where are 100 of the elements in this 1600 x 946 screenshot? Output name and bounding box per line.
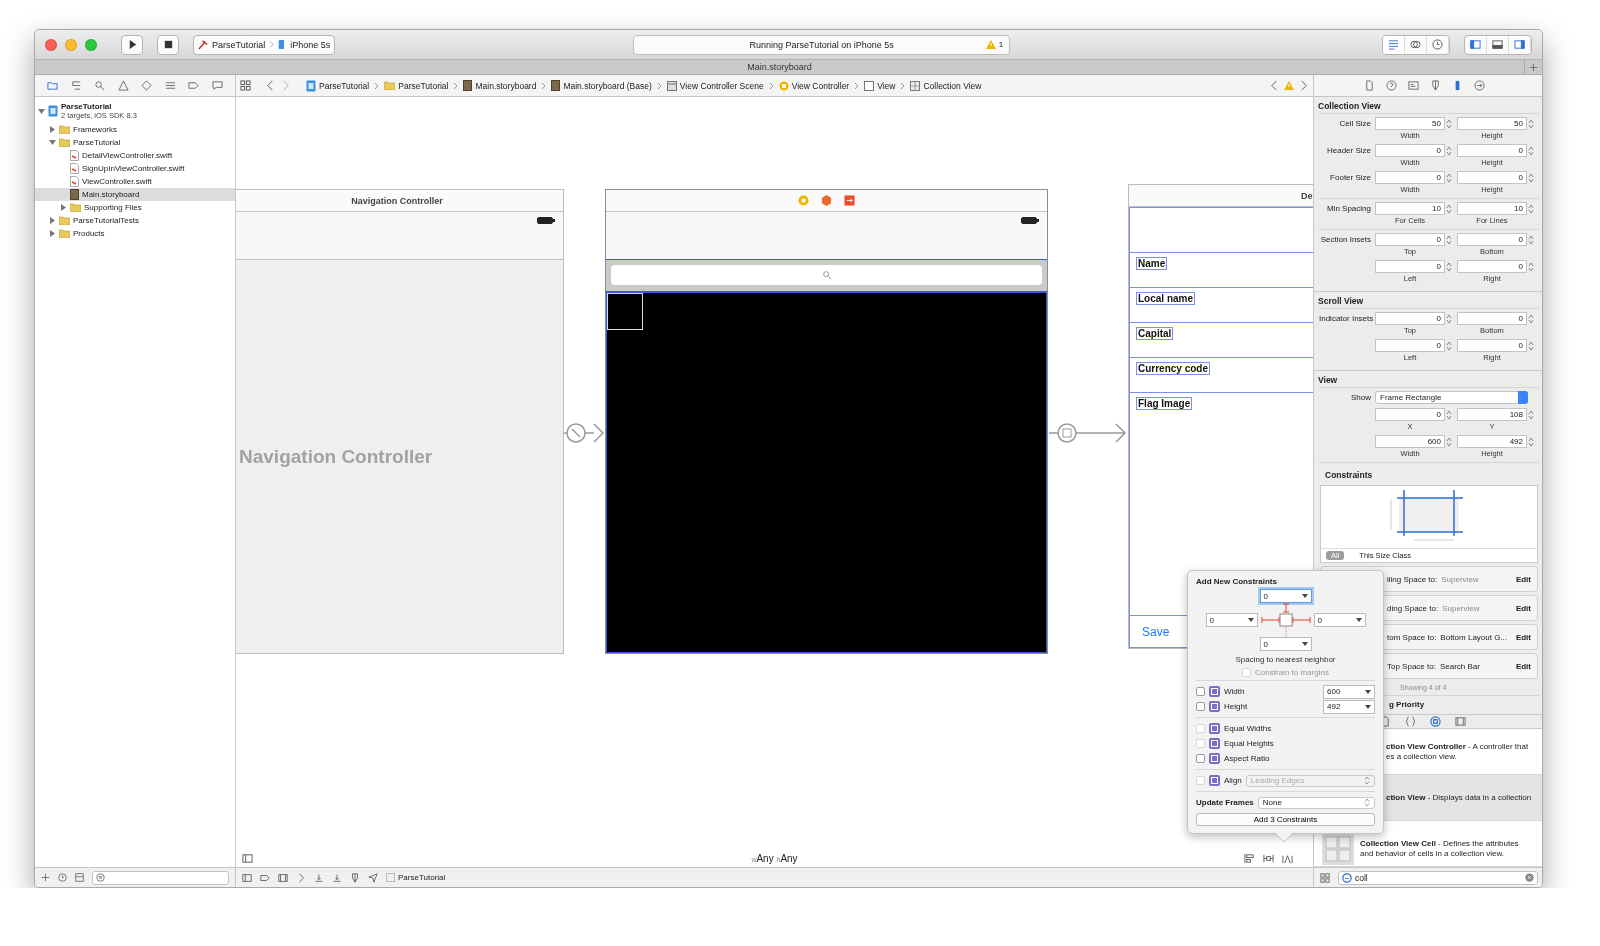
top-spacing-field[interactable]: 0 [1259,589,1312,603]
navigator-row[interactable]: ViewController.swift [35,175,235,188]
stepper-icon[interactable] [1528,312,1534,325]
edit-button[interactable]: Edit [1515,574,1531,584]
stepper-icon[interactable] [1528,339,1534,352]
stepper-icon[interactable] [1446,144,1452,157]
number-field[interactable]: 0 [1457,312,1527,325]
target-selector[interactable]: ParseTutorial [386,873,446,882]
folder-icon[interactable] [47,80,59,91]
align-icon[interactable] [1244,852,1255,864]
number-field[interactable]: 0 [1457,339,1527,352]
left-spacing-field[interactable]: 0 [1205,613,1258,627]
stepper-icon[interactable] [1528,171,1534,184]
step-icon[interactable] [314,872,324,883]
stepper-icon[interactable] [1446,339,1452,352]
clear-icon[interactable] [1525,873,1534,882]
document-tab[interactable]: Main.storyboard [35,62,1524,72]
stepper-icon[interactable] [1446,435,1452,448]
show-popup[interactable]: Frame Rectangle [1375,391,1528,404]
edit-button[interactable]: Edit [1515,603,1531,613]
list-icon[interactable] [164,80,176,91]
plus-icon[interactable] [41,873,50,882]
edit-button[interactable]: Edit [1515,661,1531,671]
library-filter-field[interactable]: coll [1338,870,1538,885]
number-field[interactable]: 0 [1375,260,1445,273]
tag-icon[interactable] [260,872,270,883]
breadcrumb[interactable]: View Controller [777,80,851,91]
navigator-row[interactable]: Frameworks [35,123,235,136]
hierarchy-icon[interactable] [70,80,82,91]
clock-icon[interactable] [58,873,67,882]
edit-button[interactable]: Edit [1515,632,1531,642]
clock-icon[interactable] [1432,39,1443,50]
breadcrumb[interactable]: Collection View [909,80,983,91]
step-icon[interactable] [332,872,342,883]
size-field[interactable]: 600 [1323,684,1375,699]
stepper-icon[interactable] [1446,233,1452,246]
update-frames-select[interactable]: None [1257,796,1375,809]
number-field[interactable]: 10 [1457,202,1527,215]
close-button[interactable] [45,38,57,51]
add-constraints-button[interactable]: Add 3 Constraints [1196,813,1375,826]
right-spacing-field[interactable]: 0 [1313,613,1366,627]
pin-icon[interactable] [1263,852,1274,864]
minimize-button[interactable] [65,38,77,51]
number-field[interactable]: 0 [1375,233,1445,246]
bottom-spacing-field[interactable]: 0 [1259,637,1312,651]
number-field[interactable]: 0 [1457,260,1527,273]
stepper-icon[interactable] [1446,260,1452,273]
size-field[interactable]: 492 [1323,699,1375,714]
forward-icon[interactable] [296,872,306,883]
stepper-icon[interactable] [1446,171,1452,184]
breadcrumb[interactable]: View [863,80,897,91]
navigator-row[interactable]: DetailViewController.swift [35,149,235,162]
stepper-icon[interactable] [1446,408,1452,421]
checkbox[interactable] [1196,754,1205,763]
shield-icon[interactable] [350,872,360,883]
collapsed-triangle-icon[interactable] [49,126,56,133]
speech-bubble-icon[interactable] [211,80,223,91]
file-icon[interactable] [1364,80,1375,91]
venn-icon[interactable] [1410,39,1421,50]
navigator-row[interactable]: SignUpInViewController.swift [35,162,235,175]
breadcrumb[interactable]: ParseTutorial [383,80,450,91]
navigator-row[interactable]: ParseTutorialTests [35,214,235,227]
filter-field[interactable] [92,870,229,885]
stop-button[interactable] [157,34,179,55]
back-icon[interactable] [265,80,276,91]
forward-icon[interactable] [1298,80,1309,91]
location-icon[interactable] [368,872,378,883]
navigator-row[interactable]: ParseTutorial [35,136,235,149]
media-icon[interactable] [278,872,288,883]
diamond-icon[interactable] [141,80,153,91]
stepper-icon[interactable] [1528,408,1534,421]
expanded-triangle-icon[interactable] [49,139,56,146]
stepper-icon[interactable] [1528,233,1534,246]
breadcrumb[interactable]: Main.storyboard (Base) [550,80,653,91]
object-icon[interactable] [1430,716,1441,727]
number-field[interactable]: 0 [1375,339,1445,352]
warning-icon[interactable] [117,80,129,91]
number-field[interactable]: 0 [1375,144,1445,157]
sidebar-icon[interactable] [242,872,252,883]
stepper-icon[interactable] [1528,260,1534,273]
box-icon[interactable] [75,873,84,882]
number-field[interactable]: 0 [1457,171,1527,184]
number-field[interactable]: 0 [1375,312,1445,325]
resolve-icon[interactable] [1282,852,1293,864]
number-field[interactable]: 50 [1375,117,1445,130]
breadcrumb[interactable]: View Controller Scene [665,80,765,91]
number-field[interactable]: 0 [1375,171,1445,184]
arrow-circle-icon[interactable] [1474,80,1485,91]
zoom-button[interactable] [85,38,97,51]
number-field[interactable]: 492 [1457,435,1527,448]
search-icon[interactable] [94,80,106,91]
save-button[interactable]: Save [1142,624,1170,639]
panel-left-icon[interactable] [1470,39,1481,50]
navigator-row[interactable]: Supporting Files [35,201,235,214]
stepper-icon[interactable] [1528,117,1534,130]
checkbox[interactable] [1196,687,1205,696]
number-field[interactable]: 600 [1375,435,1445,448]
stepper-icon[interactable] [1446,202,1452,215]
stepper-icon[interactable] [1528,435,1534,448]
stepper-icon[interactable] [1446,117,1452,130]
